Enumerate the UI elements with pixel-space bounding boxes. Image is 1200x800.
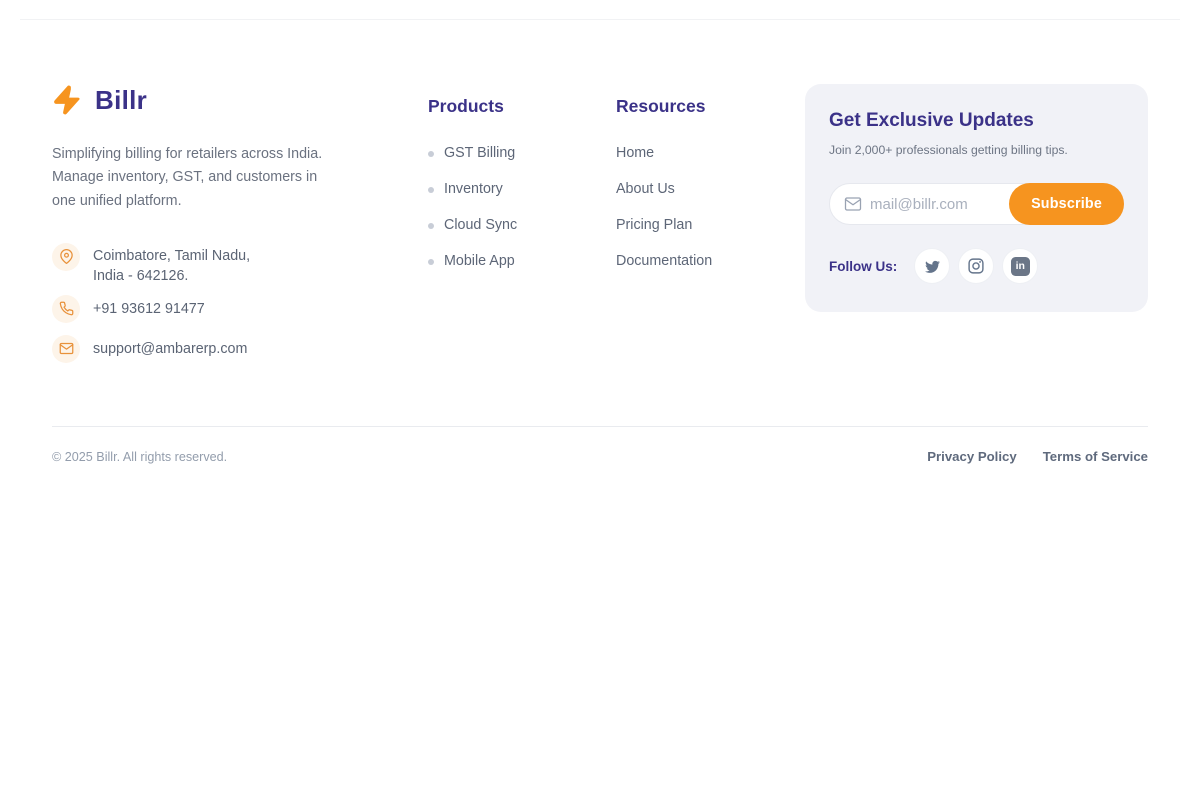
follow-us-row: Follow Us: in bbox=[829, 248, 1124, 284]
newsletter-subheading: Join 2,000+ professionals getting billin… bbox=[829, 143, 1124, 157]
email-address: support@ambarerp.com bbox=[93, 341, 247, 357]
products-heading: Products bbox=[428, 96, 517, 117]
contact-address: Coimbatore, Tamil Nadu, India - 642126. bbox=[52, 243, 404, 286]
address-text: Coimbatore, Tamil Nadu, India - 642126. bbox=[93, 243, 250, 286]
copyright-text: © 2025 Billr. All rights reserved. bbox=[52, 450, 227, 464]
newsletter-heading: Get Exclusive Updates bbox=[829, 109, 1124, 133]
contact-phone[interactable]: +91 93612 91477 bbox=[52, 295, 404, 323]
bolt-icon bbox=[52, 85, 82, 115]
bullet-dot-icon bbox=[428, 151, 434, 157]
mail-icon bbox=[52, 335, 80, 363]
bullet-dot-icon bbox=[428, 259, 434, 265]
bullet-dot-icon bbox=[428, 223, 434, 229]
resources-link-home[interactable]: Home bbox=[616, 146, 712, 161]
products-link-mobile-app[interactable]: Mobile App bbox=[428, 254, 517, 269]
linkedin-glyph: in bbox=[1011, 257, 1030, 276]
newsletter-card: Get Exclusive Updates Join 2,000+ profes… bbox=[805, 84, 1148, 312]
subscribe-button[interactable]: Subscribe bbox=[1009, 183, 1124, 225]
resources-link-pricing-plan[interactable]: Pricing Plan bbox=[616, 218, 712, 233]
resources-link-documentation[interactable]: Documentation bbox=[616, 254, 712, 269]
resources-list: Home About Us Pricing Plan Documentation bbox=[616, 146, 712, 269]
link-label: Inventory bbox=[444, 182, 503, 197]
brand-column: Billr Simplifying billing for retailers … bbox=[52, 84, 404, 375]
brand-logo[interactable]: Billr bbox=[52, 84, 404, 116]
footer-main: Billr Simplifying billing for retailers … bbox=[52, 84, 1148, 360]
link-label: Mobile App bbox=[444, 254, 515, 269]
link-label: Documentation bbox=[616, 254, 712, 269]
top-section-divider bbox=[20, 0, 1180, 20]
products-list: GST Billing Inventory Cloud Sync Mobile … bbox=[428, 146, 517, 269]
location-pin-icon bbox=[52, 243, 80, 271]
resources-link-about-us[interactable]: About Us bbox=[616, 182, 712, 197]
link-label: Pricing Plan bbox=[616, 218, 692, 233]
link-label: Home bbox=[616, 146, 654, 161]
brand-description-line: Manage inventory, GST, and customers in bbox=[52, 166, 404, 189]
products-column: Products GST Billing Inventory Cloud Syn… bbox=[428, 96, 517, 290]
address-line-1: Coimbatore, Tamil Nadu, bbox=[93, 246, 250, 266]
contact-email[interactable]: support@ambarerp.com bbox=[52, 335, 404, 363]
newsletter-email-pill: Subscribe bbox=[829, 183, 1124, 225]
contact-list: Coimbatore, Tamil Nadu, India - 642126. … bbox=[52, 243, 404, 363]
products-link-inventory[interactable]: Inventory bbox=[428, 182, 517, 197]
phone-icon bbox=[52, 295, 80, 323]
brand-name: Billr bbox=[95, 85, 147, 116]
follow-us-label: Follow Us: bbox=[829, 259, 897, 274]
bullet-dot-icon bbox=[428, 187, 434, 193]
link-label: About Us bbox=[616, 182, 675, 197]
mail-icon bbox=[844, 195, 862, 213]
phone-number: +91 93612 91477 bbox=[93, 301, 205, 317]
legal-links: Privacy Policy Terms of Service bbox=[927, 449, 1148, 464]
linkedin-icon[interactable]: in bbox=[1002, 248, 1038, 284]
link-label: Cloud Sync bbox=[444, 218, 517, 233]
brand-description: Simplifying billing for retailers across… bbox=[52, 143, 404, 213]
products-link-cloud-sync[interactable]: Cloud Sync bbox=[428, 218, 517, 233]
brand-description-line: Simplifying billing for retailers across… bbox=[52, 143, 404, 166]
instagram-icon[interactable] bbox=[958, 248, 994, 284]
terms-of-service-link[interactable]: Terms of Service bbox=[1043, 449, 1148, 464]
twitter-icon[interactable] bbox=[914, 248, 950, 284]
footer-bottom-bar: © 2025 Billr. All rights reserved. Priva… bbox=[52, 427, 1148, 464]
resources-heading: Resources bbox=[616, 96, 712, 117]
link-label: GST Billing bbox=[444, 146, 515, 161]
products-link-gst-billing[interactable]: GST Billing bbox=[428, 146, 517, 161]
brand-description-line: one unified platform. bbox=[52, 190, 404, 213]
address-line-2: India - 642126. bbox=[93, 266, 250, 286]
resources-column: Resources Home About Us Pricing Plan Doc… bbox=[616, 96, 712, 290]
privacy-policy-link[interactable]: Privacy Policy bbox=[927, 449, 1016, 464]
newsletter-email-input[interactable] bbox=[862, 196, 1009, 213]
footer-page: Billr Simplifying billing for retailers … bbox=[0, 0, 1200, 800]
